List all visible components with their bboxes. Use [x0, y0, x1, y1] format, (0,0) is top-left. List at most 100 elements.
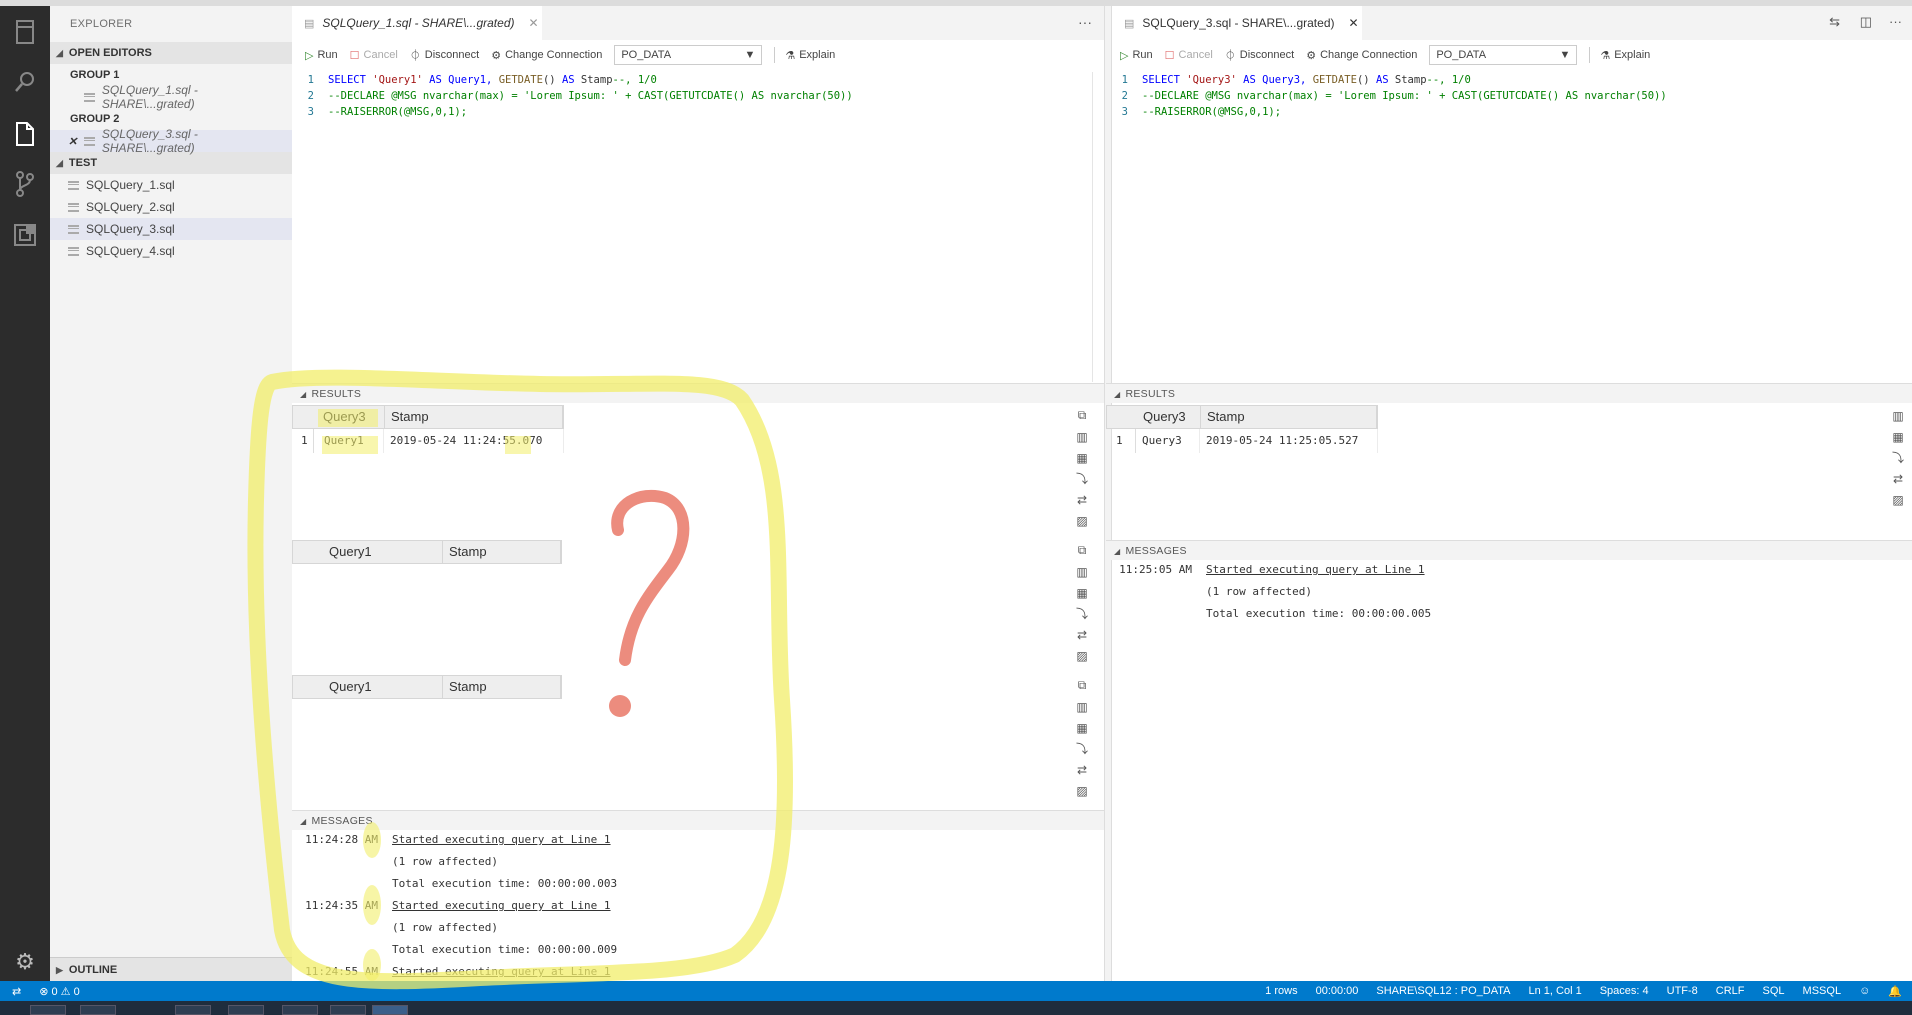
change-connection-button[interactable]: ⚙ Change Connection	[1306, 49, 1417, 62]
results-grid-3[interactable]: Query1 Stamp	[292, 675, 562, 699]
save-xml-icon[interactable]: ⇄	[1074, 624, 1090, 645]
indentation[interactable]: Spaces: 4	[1600, 985, 1649, 997]
save-json-icon[interactable]: ⤵	[1074, 468, 1090, 489]
compare-icon[interactable]: ⇆	[1829, 14, 1840, 30]
save-xml-icon[interactable]: ⇄	[1074, 489, 1090, 510]
language-mode[interactable]: SQL	[1763, 985, 1785, 997]
column-header[interactable]: Query3	[1137, 406, 1201, 428]
save-xml-icon[interactable]: ⇄	[1890, 468, 1906, 489]
taskbar-app[interactable]	[80, 1005, 116, 1015]
run-button[interactable]: ▷ Run	[305, 49, 338, 62]
message-link[interactable]: Started executing query at Line 1	[392, 965, 611, 978]
remote-icon[interactable]: ⇄	[12, 985, 21, 998]
database-select[interactable]: PO_DATA ▼	[614, 45, 763, 65]
close-icon[interactable]: ✕	[1348, 16, 1358, 30]
save-json-icon[interactable]: ⤵	[1074, 603, 1090, 624]
code-editor-left[interactable]: 1 SELECT 'Query1' AS Query1, GETDATE() AS…	[292, 72, 1092, 120]
maximize-icon[interactable]: ⧉	[1074, 405, 1090, 426]
cancel-button[interactable]: ☐ Cancel	[350, 49, 398, 62]
column-header[interactable]: Stamp	[443, 541, 561, 563]
save-excel-icon[interactable]: ▦	[1074, 717, 1090, 738]
explain-button[interactable]: ⚗ Explain	[785, 49, 835, 62]
results-header-left[interactable]: ◢ RESULTS	[292, 383, 1104, 403]
explain-button[interactable]: ⚗ Explain	[1600, 49, 1650, 62]
open-editors-header[interactable]: ◢ OPEN EDITORS	[50, 42, 292, 64]
taskbar-app[interactable]	[330, 1005, 366, 1015]
column-header[interactable]: Query1	[323, 676, 443, 698]
disconnect-button[interactable]: ⏀ Disconnect	[410, 47, 479, 63]
source-control-icon[interactable]	[0, 160, 50, 208]
grid-cell[interactable]: 2019-05-24 11:24:55.070	[384, 429, 564, 453]
search-icon[interactable]	[0, 58, 50, 106]
results-header-right[interactable]: ◢ RESULTS	[1106, 383, 1912, 403]
split-editor-icon[interactable]: ◫	[1860, 14, 1872, 30]
column-header[interactable]: Query1	[323, 541, 443, 563]
chart-icon[interactable]: ▨	[1890, 489, 1906, 510]
close-icon[interactable]: ✕	[68, 135, 77, 148]
document-icon[interactable]	[0, 110, 50, 158]
save-csv-icon[interactable]: ▥	[1074, 561, 1090, 582]
more-actions-icon[interactable]: ···	[1889, 14, 1902, 29]
taskbar-app[interactable]	[228, 1005, 264, 1015]
results-grid-2[interactable]: Query1 Stamp	[292, 540, 562, 564]
save-json-icon[interactable]: ⤵	[1890, 447, 1906, 468]
results-grid-right[interactable]: Query3 Stamp 1 Query3 2019-05-24 11:25:0…	[1106, 405, 1378, 453]
grid-cell[interactable]: 2019-05-24 11:25:05.527	[1200, 429, 1378, 453]
column-header[interactable]: Stamp	[1201, 406, 1377, 428]
file-item[interactable]: SQLQuery_1.sql	[50, 174, 292, 196]
more-actions-icon[interactable]: ···	[1078, 14, 1092, 30]
taskbar-app-active[interactable]	[372, 1005, 408, 1015]
database-select[interactable]: PO_DATA ▼	[1429, 45, 1578, 65]
extensions-icon[interactable]	[0, 211, 50, 259]
save-excel-icon[interactable]: ▦	[1074, 447, 1090, 468]
line-ending[interactable]: CRLF	[1716, 985, 1745, 997]
maximize-icon[interactable]: ⧉	[1074, 675, 1090, 696]
message-link[interactable]: Started executing query at Line 1	[392, 899, 611, 912]
message-link[interactable]: Started executing query at Line 1	[392, 833, 611, 846]
change-connection-button[interactable]: ⚙ Change Connection	[491, 49, 602, 62]
tab-sqlquery-3[interactable]: ▤ SQLQuery_3.sql - SHARE\...grated) ✕	[1112, 6, 1362, 40]
gear-icon[interactable]: ⚙	[0, 949, 50, 974]
provider[interactable]: MSSQL	[1803, 985, 1842, 997]
run-button[interactable]: ▷ Run	[1120, 49, 1153, 62]
close-icon[interactable]: ✕	[528, 16, 538, 30]
chart-icon[interactable]: ▨	[1074, 780, 1090, 801]
chart-icon[interactable]: ▨	[1074, 510, 1090, 531]
messages-header-left[interactable]: ◢ MESSAGES	[292, 810, 1104, 830]
outline-header[interactable]: ▶ OUTLINE	[50, 957, 292, 981]
bell-icon[interactable]: 🔔	[1888, 985, 1902, 998]
results-grid-1[interactable]: Query3 Stamp 1 Query1 2019-05-24 11:24:5…	[292, 405, 564, 453]
tab-sqlquery-1[interactable]: ▤ SQLQuery_1.sql - SHARE\...grated) ✕	[292, 6, 542, 40]
folder-header[interactable]: ◢ TEST	[50, 152, 292, 174]
grid-cell[interactable]: Query3	[1136, 429, 1200, 453]
save-excel-icon[interactable]: ▦	[1890, 426, 1906, 447]
feedback-icon[interactable]: ☺	[1859, 985, 1870, 997]
problems-indicator[interactable]: ⊗ 0 ⚠ 0	[39, 985, 80, 998]
taskbar-app[interactable]	[30, 1005, 66, 1015]
code-editor-right[interactable]: 1 SELECT 'Query3' AS Query3, GETDATE() AS…	[1106, 72, 1906, 120]
taskbar-app[interactable]	[282, 1005, 318, 1015]
taskbar-app[interactable]	[175, 1005, 211, 1015]
grid-cell[interactable]: Query1	[314, 429, 384, 453]
editor-group-divider[interactable]	[1104, 6, 1112, 981]
save-csv-icon[interactable]: ▥	[1074, 696, 1090, 717]
cursor-position[interactable]: Ln 1, Col 1	[1529, 985, 1582, 997]
cancel-button[interactable]: ☐ Cancel	[1165, 49, 1213, 62]
save-json-icon[interactable]: ⤵	[1074, 738, 1090, 759]
save-excel-icon[interactable]: ▦	[1074, 582, 1090, 603]
chart-icon[interactable]: ▨	[1074, 645, 1090, 666]
save-csv-icon[interactable]: ▥	[1890, 405, 1906, 426]
column-header[interactable]: Stamp	[385, 406, 563, 428]
messages-header-right[interactable]: ◢ MESSAGES	[1106, 540, 1912, 560]
encoding[interactable]: UTF-8	[1667, 985, 1698, 997]
open-editor-item[interactable]: ✕ SQLQuery_3.sql - SHARE\...grated)	[50, 127, 292, 155]
file-item[interactable]: SQLQuery_4.sql	[50, 240, 292, 262]
column-header[interactable]: Query3	[293, 406, 385, 428]
file-item[interactable]: SQLQuery_3.sql	[50, 218, 292, 240]
open-editor-item[interactable]: SQLQuery_1.sql - SHARE\...grated)	[50, 83, 292, 111]
message-link[interactable]: Started executing query at Line 1	[1206, 563, 1425, 576]
connection-status[interactable]: SHARE\SQL12 : PO_DATA	[1376, 985, 1510, 997]
save-csv-icon[interactable]: ▥	[1074, 426, 1090, 447]
column-header[interactable]: Stamp	[443, 676, 561, 698]
save-xml-icon[interactable]: ⇄	[1074, 759, 1090, 780]
